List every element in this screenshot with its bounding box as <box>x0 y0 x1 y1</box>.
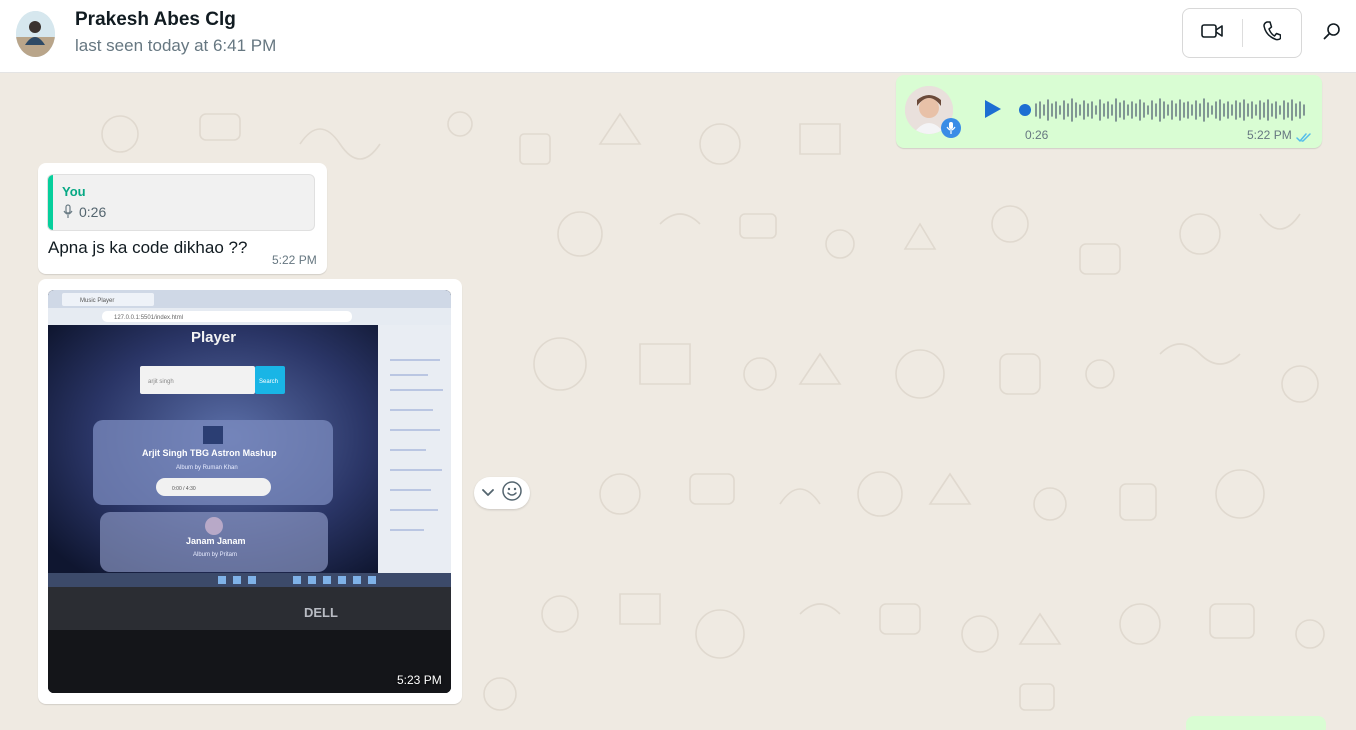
quoted-author: You <box>62 184 86 199</box>
message-time: 5:23 PM <box>397 673 442 687</box>
quoted-duration: 0:26 <box>79 204 107 220</box>
photo-song1-title: Arjit Singh TBG Astron Mashup <box>142 448 277 458</box>
play-button[interactable] <box>982 99 1002 124</box>
photo-song2-title: Janam Janam <box>186 536 246 546</box>
photo-song2-album: Album by Pritam <box>193 552 237 558</box>
search-button[interactable] <box>1318 18 1346 48</box>
play-icon <box>982 100 1002 123</box>
photo-search-button: Search <box>259 379 278 385</box>
voice-message-bubble[interactable]: 0:26 5:22 PM <box>896 75 1322 148</box>
voice-waveform[interactable] <box>1018 96 1314 124</box>
photo-song1-album: Album by Ruman Khan <box>176 465 238 471</box>
message-hover-tools <box>474 477 530 509</box>
mic-icon <box>941 118 961 138</box>
photo-search-value: arjit singh <box>148 379 174 385</box>
photo-tab-title: Music Player <box>80 298 114 304</box>
contact-status: last seen today at 6:41 PM <box>75 36 277 55</box>
quoted-message[interactable]: You 0:26 <box>48 175 314 230</box>
photo-content: Music Player 127.0.0.1:5501/index.html P… <box>48 290 451 693</box>
voice-call-icon <box>1263 20 1281 46</box>
photo-url: 127.0.0.1:5501/index.html <box>114 315 183 321</box>
read-ticks-icon <box>1296 130 1312 148</box>
message-photo[interactable]: Music Player 127.0.0.1:5501/index.html P… <box>48 290 451 693</box>
mic-icon <box>62 204 74 224</box>
chevron-down-icon[interactable] <box>481 484 494 502</box>
video-call-icon <box>1201 23 1224 44</box>
video-call-button[interactable] <box>1183 9 1242 57</box>
photo-brand: DELL <box>304 605 338 620</box>
next-outgoing-bubble[interactable] <box>1186 716 1326 730</box>
contact-avatar[interactable] <box>16 11 55 57</box>
voice-duration: 0:26 <box>1025 128 1049 142</box>
reply-message-bubble[interactable]: You 0:26 Apna js ka code dikhao ?? 5:22 … <box>38 163 327 274</box>
message-time: 5:22 PM <box>1247 128 1292 142</box>
photo-heading: Player <box>191 329 236 346</box>
search-icon <box>1323 22 1341 45</box>
message-time: 5:22 PM <box>272 253 317 267</box>
contact-name[interactable]: Prakesh Abes Clg <box>75 9 236 31</box>
message-text: Apna js ka code dikhao ?? <box>48 238 248 257</box>
emoji-reaction-icon[interactable] <box>501 480 523 507</box>
call-button-group <box>1182 8 1302 58</box>
voice-call-button[interactable] <box>1243 9 1302 57</box>
chat-header: Prakesh Abes Clg last seen today at 6:41… <box>0 0 1356 73</box>
chat-area[interactable]: 0:26 5:22 PM You 0:26 Apna js ka code di… <box>0 74 1356 730</box>
image-message-bubble[interactable]: Music Player 127.0.0.1:5501/index.html P… <box>38 279 462 704</box>
photo-song1-time: 0:00 / 4:30 <box>172 486 196 492</box>
